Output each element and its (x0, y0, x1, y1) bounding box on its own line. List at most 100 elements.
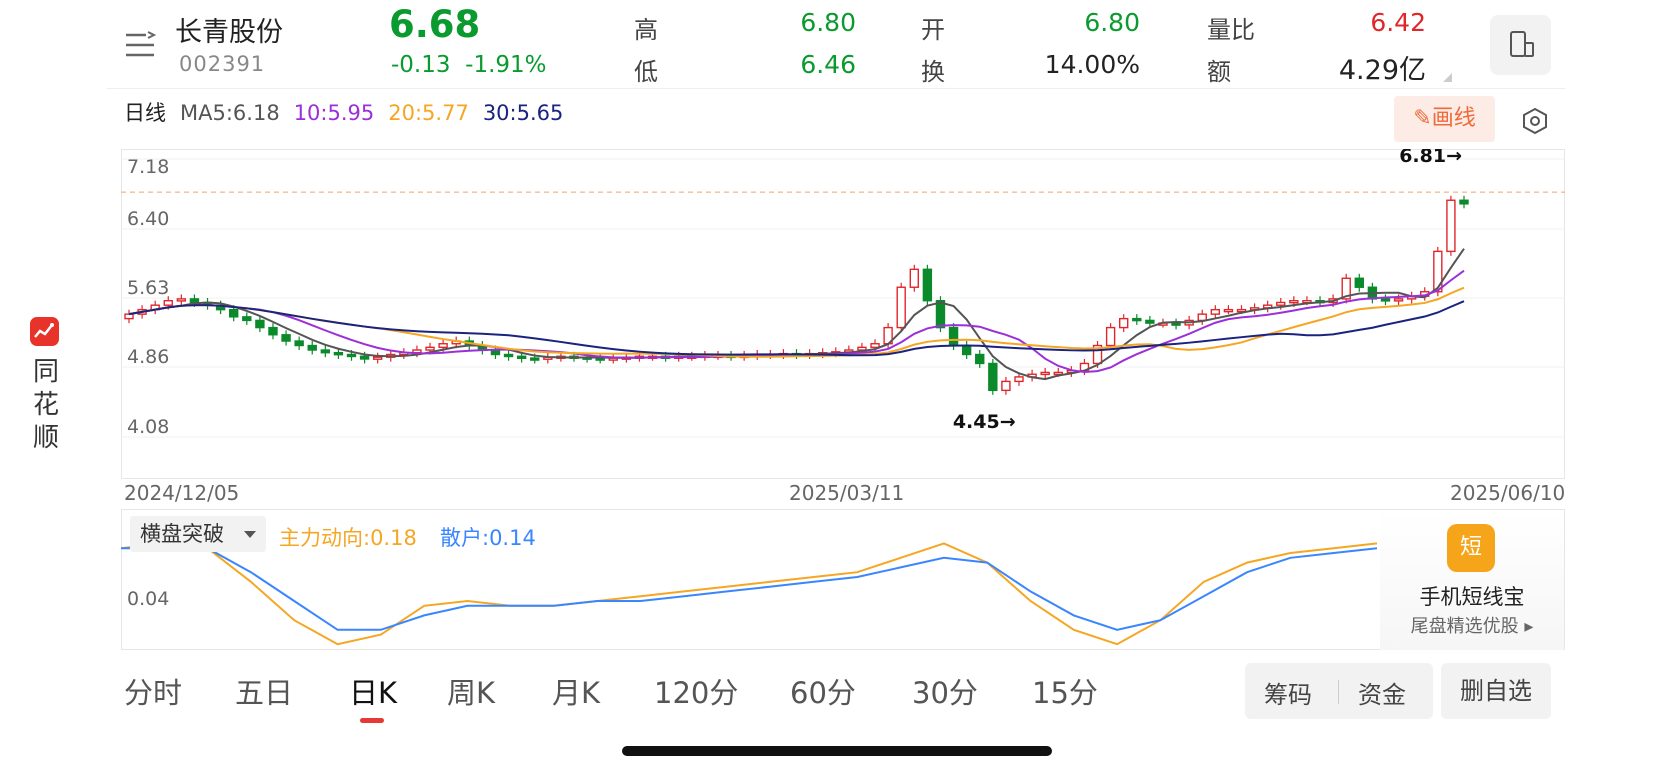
ma10-label: 10:5.95 (293, 101, 375, 125)
stat-label-volume-ratio: 量比 (1207, 16, 1255, 44)
candle (1171, 322, 1181, 326)
candle (281, 334, 291, 342)
x-label-start: 2024/12/05 (124, 481, 240, 505)
draw-line-label: 画线 (1431, 106, 1476, 131)
y-tick-label: 4.86 (127, 346, 169, 368)
draw-line-button[interactable]: ✎画线 (1394, 96, 1495, 142)
stat-value-high: 6.80 (800, 8, 856, 37)
main-force-label: 主力动向:0.18 (279, 526, 417, 550)
y-tick-label: 5.63 (127, 277, 169, 299)
tab-60min[interactable]: 60分 (790, 670, 856, 712)
min-price-marker: 4.45→ (953, 411, 1016, 433)
stat-label-open: 开 (921, 16, 945, 44)
candle (1446, 199, 1456, 253)
indicator-name: 横盘突破 (140, 522, 224, 546)
candle (425, 346, 435, 351)
stat-label-low: 低 (634, 58, 658, 86)
chips-button[interactable]: 筹码 (1264, 675, 1312, 710)
candle (163, 299, 173, 306)
landscape-toggle-button[interactable] (1490, 15, 1551, 75)
ma5-line (128, 248, 1465, 381)
candle (333, 352, 344, 356)
candle (1197, 313, 1207, 322)
stat-value-volume-ratio: 6.42 (1370, 8, 1426, 37)
candle (961, 344, 972, 356)
indicator-select[interactable]: 横盘突破 (130, 516, 266, 552)
period-label: 日线 (124, 101, 166, 125)
tab-120min[interactable]: 120分 (654, 670, 738, 712)
settings-icon[interactable] (1520, 106, 1550, 136)
pencil-icon: ✎ (1413, 106, 1432, 131)
candle (1014, 376, 1024, 383)
candle (229, 308, 239, 318)
tab-weekly-k[interactable]: 周K (447, 670, 495, 712)
tab-30min[interactable]: 30分 (912, 670, 978, 712)
candle (1433, 250, 1443, 293)
expand-corner-icon[interactable] (1443, 73, 1452, 82)
header-divider (107, 88, 1565, 89)
tab-15min[interactable]: 15分 (1032, 670, 1098, 712)
tab-monthly-k[interactable]: 月K (552, 670, 600, 712)
candle (975, 353, 985, 365)
candle (1459, 199, 1469, 205)
ad-subtitle[interactable]: 尾盘精选优股 ▸ (1380, 612, 1564, 638)
menu-icon[interactable] (124, 30, 157, 60)
brand-name: 同花顺 (32, 357, 59, 453)
candle (530, 357, 540, 361)
candle (1040, 371, 1050, 376)
candle (1145, 319, 1155, 324)
ths-logo (30, 317, 59, 346)
ma20-label: 20:5.77 (388, 101, 469, 125)
tab-five-day[interactable]: 五日 (235, 670, 293, 712)
home-indicator (622, 746, 1052, 756)
candle (1001, 380, 1011, 392)
change-amount: -0.13 (391, 52, 451, 78)
stat-label-turnover: 换 (921, 58, 945, 86)
max-price-marker: 6.81→ (1399, 149, 1462, 167)
candle (346, 353, 357, 358)
x-label-mid: 2025/03/11 (789, 481, 905, 505)
candle (307, 344, 317, 351)
candle (935, 299, 946, 329)
candle (1119, 317, 1129, 329)
funds-button[interactable]: 资金 (1358, 675, 1406, 710)
tab-intraday[interactable]: 分时 (124, 670, 182, 712)
candle (922, 268, 933, 302)
candle (372, 356, 383, 360)
phone-rotate-icon (1510, 31, 1534, 57)
price-change: -0.13 -1.91% (391, 52, 547, 78)
retail-label: 散户:0.14 (440, 526, 536, 550)
short-line-icon[interactable]: 短 (1447, 524, 1495, 572)
candle (1289, 299, 1299, 304)
candle (255, 319, 265, 329)
candle (516, 355, 527, 359)
candle (1276, 301, 1286, 306)
candle (1354, 277, 1364, 288)
ma5-label: MA5:6.18 (180, 101, 280, 125)
y-tick-label: 6.40 (127, 208, 169, 230)
candle (1223, 308, 1234, 313)
kline-chart[interactable]: 7.18 6.40 5.63 4.86 4.08 6.81→ 4.45→ (121, 149, 1565, 479)
candle (988, 362, 998, 392)
segment-divider (1338, 680, 1339, 704)
ma30-label: 30:5.65 (482, 101, 564, 125)
ma-legend: 日线 MA5:6.18 10:5.95 20:5.77 30:5.65 (124, 97, 577, 127)
stat-label-amount: 额 (1207, 58, 1231, 86)
candle (857, 346, 867, 351)
stock-name[interactable]: 长青股份 (175, 10, 283, 49)
change-percent: -1.91% (465, 52, 547, 78)
candle (870, 343, 880, 349)
candle (176, 298, 187, 302)
remove-watchlist-button[interactable]: 删自选 (1441, 663, 1551, 719)
candle (909, 268, 919, 288)
stat-value-low: 6.46 (800, 50, 856, 79)
candle (294, 340, 304, 347)
main-force-line (121, 542, 1378, 646)
indicator-y-tick: 0.04 (127, 588, 170, 610)
stock-code: 002391 (179, 52, 266, 76)
candle (1380, 298, 1391, 302)
ad-title[interactable]: 手机短线宝 (1380, 581, 1564, 611)
candle (1132, 317, 1142, 322)
current-price: 6.68 (389, 3, 481, 46)
tab-daily-k[interactable]: 日K (349, 670, 397, 712)
